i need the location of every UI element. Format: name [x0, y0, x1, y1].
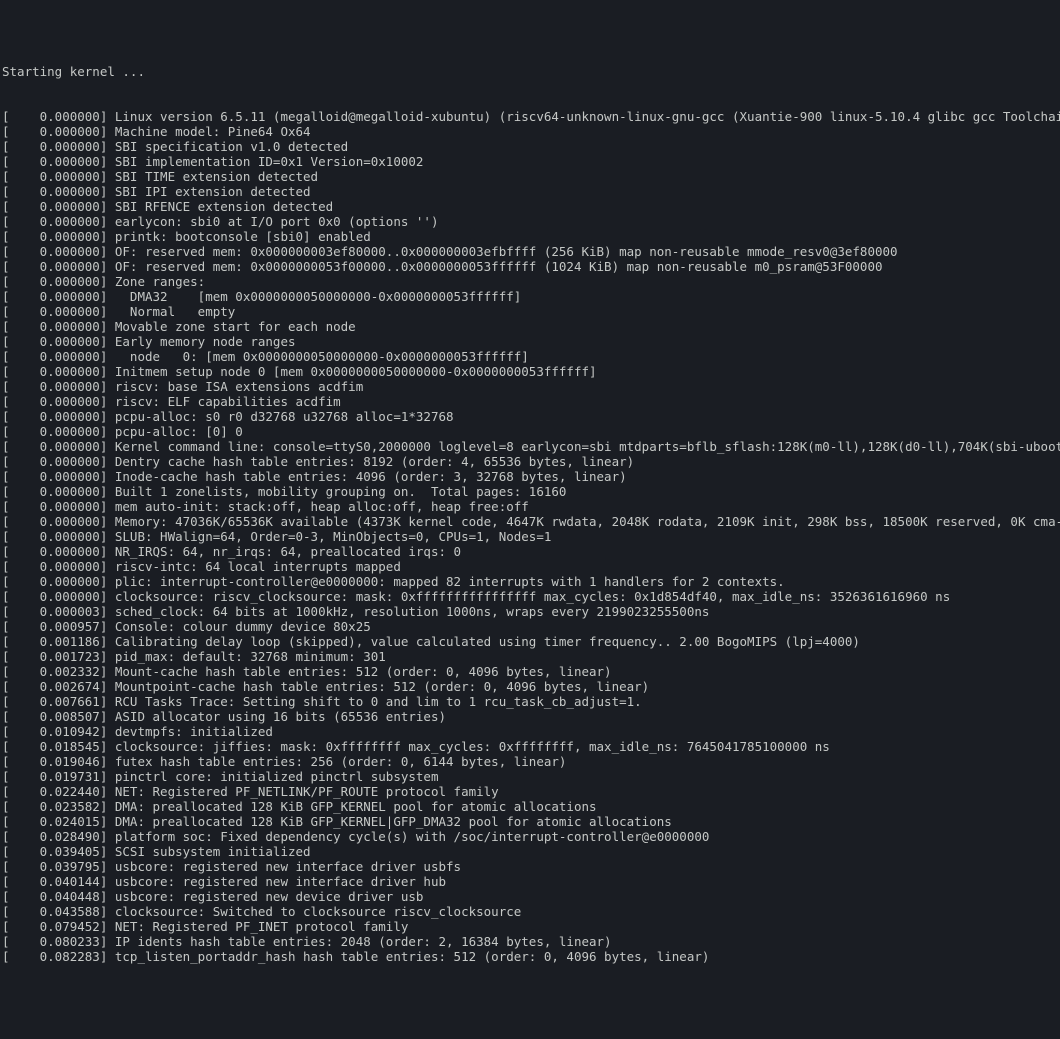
kernel-log-line: [ 0.039795] usbcore: registered new inte…	[2, 859, 1058, 874]
kernel-log-line: [ 0.000000] Linux version 6.5.11 (megall…	[2, 109, 1058, 124]
kernel-log-line: [ 0.040448] usbcore: registered new devi…	[2, 889, 1058, 904]
kernel-log-line: [ 0.000000] SBI specification v1.0 detec…	[2, 139, 1058, 154]
kernel-log-line: [ 0.000000] Dentry cache hash table entr…	[2, 454, 1058, 469]
kernel-log-line: [ 0.000000] clocksource: riscv_clocksour…	[2, 589, 1058, 604]
kernel-log-line: [ 0.000000] Machine model: Pine64 Ox64	[2, 124, 1058, 139]
kernel-log-line: [ 0.000000] Memory: 47036K/65536K availa…	[2, 514, 1058, 529]
kernel-log-line: [ 0.000000] riscv-intc: 64 local interru…	[2, 559, 1058, 574]
kernel-log-line: [ 0.080233] IP idents hash table entries…	[2, 934, 1058, 949]
kernel-log-line: [ 0.000003] sched_clock: 64 bits at 1000…	[2, 604, 1058, 619]
kernel-log-line: [ 0.000000] Early memory node ranges	[2, 334, 1058, 349]
kernel-log-line: [ 0.019731] pinctrl core: initialized pi…	[2, 769, 1058, 784]
kernel-log-line: [ 0.000000] Movable zone start for each …	[2, 319, 1058, 334]
kernel-log-line: [ 0.000000] riscv: ELF capabilities acdf…	[2, 394, 1058, 409]
kernel-log-line: [ 0.000000] mem auto-init: stack:off, he…	[2, 499, 1058, 514]
kernel-log-line: [ 0.000000] earlycon: sbi0 at I/O port 0…	[2, 214, 1058, 229]
kernel-log-line: [ 0.000000] pcpu-alloc: s0 r0 d32768 u32…	[2, 409, 1058, 424]
kernel-log-line: [ 0.000000] Kernel command line: console…	[2, 439, 1058, 454]
kernel-log-line: [ 0.000000] node 0: [mem 0x0000000050000…	[2, 349, 1058, 364]
kernel-log-line: [ 0.043588] clocksource: Switched to clo…	[2, 904, 1058, 919]
kernel-log-line: [ 0.000957] Console: colour dummy device…	[2, 619, 1058, 634]
kernel-log-line: [ 0.000000] SLUB: HWalign=64, Order=0-3,…	[2, 529, 1058, 544]
kernel-start-header: Starting kernel ...	[2, 64, 1058, 79]
kernel-log-line: [ 0.000000] SBI RFENCE extension detecte…	[2, 199, 1058, 214]
kernel-log-line: [ 0.000000] NR_IRQS: 64, nr_irqs: 64, pr…	[2, 544, 1058, 559]
kernel-log-line: [ 0.000000] Built 1 zonelists, mobility …	[2, 484, 1058, 499]
kernel-log-line: [ 0.000000] SBI IPI extension detected	[2, 184, 1058, 199]
kernel-log-line: [ 0.000000] OF: reserved mem: 0x00000000…	[2, 244, 1058, 259]
kernel-log-line: [ 0.010942] devtmpfs: initialized	[2, 724, 1058, 739]
kernel-log-line: [ 0.000000] Normal empty	[2, 304, 1058, 319]
kernel-log-line: [ 0.000000] DMA32 [mem 0x000000005000000…	[2, 289, 1058, 304]
kernel-log-line: [ 0.023582] DMA: preallocated 128 KiB GF…	[2, 799, 1058, 814]
kernel-log-line: [ 0.024015] DMA: preallocated 128 KiB GF…	[2, 814, 1058, 829]
kernel-log-line: [ 0.002332] Mount-cache hash table entri…	[2, 664, 1058, 679]
kernel-log-line: [ 0.079452] NET: Registered PF_INET prot…	[2, 919, 1058, 934]
kernel-log-output: [ 0.000000] Linux version 6.5.11 (megall…	[2, 109, 1058, 964]
kernel-log-line: [ 0.000000] Inode-cache hash table entri…	[2, 469, 1058, 484]
kernel-log-line: [ 0.000000] Initmem setup node 0 [mem 0x…	[2, 364, 1058, 379]
kernel-log-line: [ 0.028490] platform soc: Fixed dependen…	[2, 829, 1058, 844]
kernel-log-line: [ 0.008507] ASID allocator using 16 bits…	[2, 709, 1058, 724]
kernel-log-line: [ 0.039405] SCSI subsystem initialized	[2, 844, 1058, 859]
kernel-log-line: [ 0.002674] Mountpoint-cache hash table …	[2, 679, 1058, 694]
kernel-log-line: [ 0.018545] clocksource: jiffies: mask: …	[2, 739, 1058, 754]
kernel-log-line: [ 0.000000] SBI TIME extension detected	[2, 169, 1058, 184]
kernel-log-line: [ 0.000000] SBI implementation ID=0x1 Ve…	[2, 154, 1058, 169]
kernel-log-line: [ 0.001723] pid_max: default: 32768 mini…	[2, 649, 1058, 664]
kernel-log-line: [ 0.022440] NET: Registered PF_NETLINK/P…	[2, 784, 1058, 799]
kernel-log-line: [ 0.000000] plic: interrupt-controller@e…	[2, 574, 1058, 589]
kernel-log-line: [ 0.000000] riscv: base ISA extensions a…	[2, 379, 1058, 394]
kernel-log-line: [ 0.000000] pcpu-alloc: [0] 0	[2, 424, 1058, 439]
kernel-log-line: [ 0.082283] tcp_listen_portaddr_hash has…	[2, 949, 1058, 964]
kernel-log-line: [ 0.000000] printk: bootconsole [sbi0] e…	[2, 229, 1058, 244]
kernel-log-line: [ 0.000000] Zone ranges:	[2, 274, 1058, 289]
kernel-log-line: [ 0.000000] OF: reserved mem: 0x00000000…	[2, 259, 1058, 274]
kernel-log-line: [ 0.001186] Calibrating delay loop (skip…	[2, 634, 1058, 649]
kernel-log-line: [ 0.040144] usbcore: registered new inte…	[2, 874, 1058, 889]
kernel-log-line: [ 0.007661] RCU Tasks Trace: Setting shi…	[2, 694, 1058, 709]
kernel-log-line: [ 0.019046] futex hash table entries: 25…	[2, 754, 1058, 769]
